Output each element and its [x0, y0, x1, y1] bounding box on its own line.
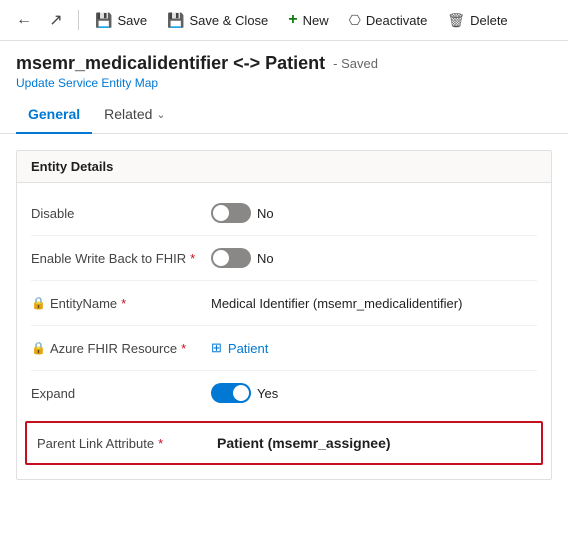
page-title: msemr_medicalidentifier <-> Patient - Sa…	[16, 53, 552, 74]
section-title: Entity Details	[31, 159, 113, 174]
tab-related-label: Related	[104, 106, 152, 122]
enable-write-back-slider	[211, 248, 251, 268]
delete-button[interactable]: 🗑 Delete	[439, 8, 515, 33]
title-text: msemr_medicalidentifier <-> Patient	[16, 53, 325, 74]
patient-link-text: Patient	[228, 341, 268, 356]
expand-toggle[interactable]	[211, 383, 251, 403]
disable-toggle-slider	[211, 203, 251, 223]
entity-name-value: Medical Identifier (msemr_medicalidentif…	[211, 296, 462, 311]
required-indicator: *	[121, 296, 126, 311]
back-button[interactable]: ←	[10, 6, 38, 34]
page-header: msemr_medicalidentifier <-> Patient - Sa…	[0, 41, 568, 90]
azure-fhir-row: 🔒 Azure FHIR Resource * ⊞ Patient	[17, 326, 551, 370]
tab-general-label: General	[28, 106, 80, 122]
deactivate-label: Deactivate	[366, 13, 427, 28]
tab-related[interactable]: Related ⌄	[92, 98, 177, 134]
disable-toggle[interactable]	[211, 203, 251, 223]
chevron-down-icon: ⌄	[156, 108, 165, 121]
save-close-icon: 💾	[167, 12, 184, 29]
entity-name-label: 🔒 EntityName *	[31, 296, 211, 311]
entity-name-text: Medical Identifier (msemr_medicalidentif…	[211, 296, 462, 311]
tabs-container: General Related ⌄	[0, 98, 568, 134]
entity-icon: ⊞	[211, 340, 222, 356]
expand-label: Expand	[31, 386, 211, 401]
azure-fhir-value: ⊞ Patient	[211, 340, 268, 356]
enable-write-back-label: Enable Write Back to FHIR *	[31, 251, 211, 266]
enable-write-back-value: No	[211, 248, 274, 268]
lock-icon: 🔒	[31, 296, 46, 310]
patient-link[interactable]: Patient	[228, 341, 268, 356]
enable-write-back-row: Enable Write Back to FHIR * No	[17, 236, 551, 280]
toolbar: ← ↗ 💾 Save 💾 Save & Close + New ⎔ Deacti…	[0, 0, 568, 41]
entity-details-section: Entity Details Disable No	[16, 150, 552, 480]
required-indicator: *	[190, 251, 195, 266]
save-button[interactable]: 💾 Save	[87, 8, 155, 33]
expand-value: Yes	[211, 383, 278, 403]
entity-name-row: 🔒 EntityName * Medical Identifier (msemr…	[17, 281, 551, 325]
parent-link-label: Parent Link Attribute *	[37, 436, 217, 451]
disable-row: Disable No	[17, 191, 551, 235]
required-indicator: *	[158, 436, 163, 451]
page-subtitle: Update Service Entity Map	[16, 76, 552, 90]
deactivate-icon: ⎔	[349, 12, 361, 29]
main-content: Entity Details Disable No	[0, 134, 568, 496]
share-button[interactable]: ↗	[42, 6, 70, 34]
deactivate-button[interactable]: ⎔ Deactivate	[341, 8, 436, 33]
azure-fhir-label: 🔒 Azure FHIR Resource *	[31, 341, 211, 356]
expand-row: Expand Yes	[17, 371, 551, 415]
required-indicator: *	[181, 341, 186, 356]
new-icon: +	[288, 11, 297, 29]
save-label: Save	[117, 13, 147, 28]
lock-icon-fhir: 🔒	[31, 341, 46, 355]
disable-value: No	[211, 203, 274, 223]
new-button[interactable]: + New	[280, 7, 336, 33]
save-icon: 💾	[95, 12, 112, 29]
form-body: Disable No Enable Write Back to FHIR *	[17, 183, 551, 479]
delete-icon: 🗑	[447, 12, 465, 29]
disable-text: No	[257, 206, 274, 221]
expand-slider	[211, 383, 251, 403]
new-label: New	[303, 13, 329, 28]
saved-badge: - Saved	[333, 56, 378, 71]
toolbar-separator	[78, 10, 79, 30]
expand-text: Yes	[257, 386, 278, 401]
section-header: Entity Details	[17, 151, 551, 183]
parent-link-value: Patient (msemr_assignee)	[217, 435, 391, 451]
disable-label: Disable	[31, 206, 211, 221]
parent-link-text: Patient (msemr_assignee)	[217, 435, 391, 451]
delete-label: Delete	[470, 13, 508, 28]
parent-link-row: Parent Link Attribute * Patient (msemr_a…	[25, 421, 543, 465]
enable-write-back-text: No	[257, 251, 274, 266]
save-close-button[interactable]: 💾 Save & Close	[159, 8, 276, 33]
enable-write-back-toggle[interactable]	[211, 248, 251, 268]
tab-general[interactable]: General	[16, 98, 92, 134]
save-close-label: Save & Close	[190, 13, 269, 28]
